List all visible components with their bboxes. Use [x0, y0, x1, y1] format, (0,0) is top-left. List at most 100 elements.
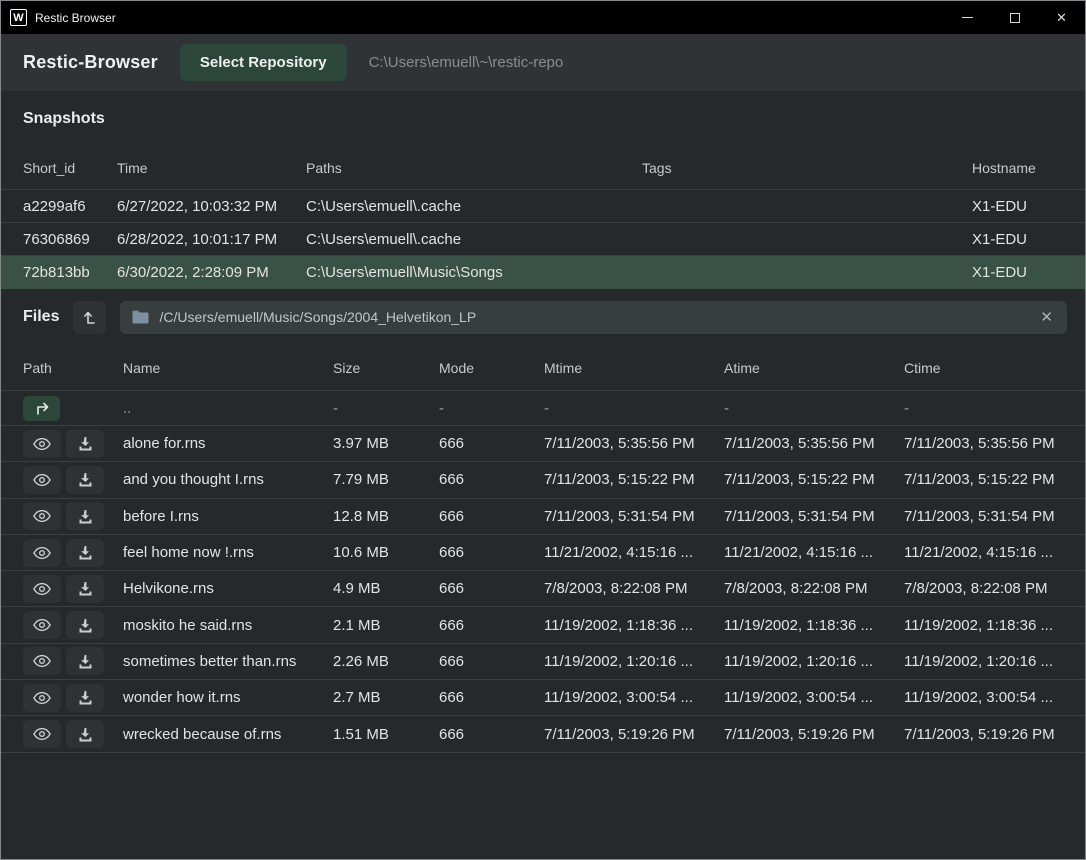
- file-size: 3.97 MB: [333, 435, 439, 452]
- col-ctime: Ctime: [904, 360, 1069, 376]
- download-icon: [78, 618, 93, 633]
- go-up-button[interactable]: [23, 396, 60, 421]
- preview-file-button[interactable]: [23, 647, 61, 675]
- file-ctime: 7/11/2003, 5:31:54 PM: [904, 508, 1069, 525]
- file-mtime: 7/8/2003, 8:22:08 PM: [544, 580, 724, 597]
- file-ctime: 11/19/2002, 1:20:16 ...: [904, 653, 1069, 670]
- close-button[interactable]: ✕: [1038, 1, 1085, 34]
- download-file-button[interactable]: [66, 720, 104, 748]
- file-mode: 666: [439, 617, 544, 634]
- app-logo-icon: W: [10, 9, 27, 26]
- eye-icon: [33, 437, 51, 451]
- clear-path-button[interactable]: ✕: [1038, 308, 1055, 326]
- col-paths: Paths: [306, 160, 642, 176]
- preview-file-button[interactable]: [23, 430, 61, 458]
- file-size: 2.7 MB: [333, 689, 439, 706]
- parent-directory-row[interactable]: .. - - - - -: [1, 391, 1085, 426]
- file-row: wrecked because of.rns 1.51 MB 666 7/11/…: [1, 716, 1085, 752]
- path-input[interactable]: /C/Users/emuell/Music/Songs/2004_Helveti…: [120, 301, 1067, 334]
- file-mtime: -: [544, 400, 724, 417]
- minimize-button[interactable]: [944, 1, 991, 34]
- eye-icon: [33, 582, 51, 596]
- file-atime: 7/11/2003, 5:15:22 PM: [724, 471, 904, 488]
- snapshot-paths: C:\Users\emuell\Music\Songs: [306, 264, 642, 281]
- preview-file-button[interactable]: [23, 466, 61, 494]
- file-size: 2.1 MB: [333, 617, 439, 634]
- eye-icon: [33, 618, 51, 632]
- download-icon: [78, 545, 93, 560]
- snapshot-row[interactable]: 76306869 6/28/2022, 10:01:17 PM C:\Users…: [1, 223, 1085, 256]
- file-mode: 666: [439, 653, 544, 670]
- snapshot-time: 6/27/2022, 10:03:32 PM: [117, 198, 306, 215]
- folder-icon: [132, 310, 149, 324]
- snapshot-short-id: a2299af6: [23, 198, 117, 215]
- file-mode: 666: [439, 544, 544, 561]
- snapshot-row-selected[interactable]: 72b813bb 6/30/2022, 2:28:09 PM C:\Users\…: [1, 256, 1085, 289]
- snapshot-time: 6/28/2022, 10:01:17 PM: [117, 231, 306, 248]
- repository-path: C:\Users\emuell\~\restic-repo: [369, 54, 564, 71]
- download-file-button[interactable]: [66, 575, 104, 603]
- eye-icon: [33, 654, 51, 668]
- snapshots-heading: Snapshots: [23, 110, 105, 128]
- file-atime: 11/19/2002, 3:00:54 ...: [724, 689, 904, 706]
- file-name: wonder how it.rns: [123, 689, 333, 706]
- minimize-icon: [962, 17, 973, 18]
- parent-directory-button[interactable]: [73, 301, 106, 334]
- download-file-button[interactable]: [66, 611, 104, 639]
- snapshot-short-id: 76306869: [23, 231, 117, 248]
- file-name: and you thought I.rns: [123, 471, 333, 488]
- file-mtime: 7/11/2003, 5:15:22 PM: [544, 471, 724, 488]
- download-file-button[interactable]: [66, 466, 104, 494]
- file-atime: 11/21/2002, 4:15:16 ...: [724, 544, 904, 561]
- download-file-button[interactable]: [66, 647, 104, 675]
- file-mode: 666: [439, 471, 544, 488]
- download-file-button[interactable]: [66, 502, 104, 530]
- file-name: feel home now !.rns: [123, 544, 333, 561]
- file-mtime: 11/19/2002, 1:18:36 ...: [544, 617, 724, 634]
- file-ctime: 7/11/2003, 5:35:56 PM: [904, 435, 1069, 452]
- eye-icon: [33, 546, 51, 560]
- preview-file-button[interactable]: [23, 575, 61, 603]
- file-mode: 666: [439, 726, 544, 743]
- file-row: sometimes better than.rns 2.26 MB 666 11…: [1, 644, 1085, 680]
- file-mode: 666: [439, 580, 544, 597]
- file-ctime: -: [904, 400, 1069, 417]
- col-time: Time: [117, 160, 306, 176]
- col-size: Size: [333, 360, 439, 376]
- file-mtime: 7/11/2003, 5:31:54 PM: [544, 508, 724, 525]
- preview-file-button[interactable]: [23, 684, 61, 712]
- file-mtime: 11/21/2002, 4:15:16 ...: [544, 544, 724, 561]
- file-mtime: 7/11/2003, 5:19:26 PM: [544, 726, 724, 743]
- snapshot-hostname: X1-EDU: [972, 198, 1069, 215]
- download-icon: [78, 436, 93, 451]
- snapshot-row[interactable]: a2299af6 6/27/2022, 10:03:32 PM C:\Users…: [1, 190, 1085, 223]
- maximize-button[interactable]: [991, 1, 1038, 34]
- file-row: and you thought I.rns 7.79 MB 666 7/11/2…: [1, 462, 1085, 498]
- file-atime: -: [724, 400, 904, 417]
- preview-file-button[interactable]: [23, 611, 61, 639]
- app-title: Restic-Browser: [23, 52, 158, 73]
- preview-file-button[interactable]: [23, 539, 61, 567]
- download-file-button[interactable]: [66, 539, 104, 567]
- file-row: wonder how it.rns 2.7 MB 666 11/19/2002,…: [1, 680, 1085, 716]
- file-mtime: 7/11/2003, 5:35:56 PM: [544, 435, 724, 452]
- col-atime: Atime: [724, 360, 904, 376]
- files-toolbar: Files /C/Users/emuell/Music/Songs/2004_H…: [1, 289, 1085, 345]
- preview-file-button[interactable]: [23, 502, 61, 530]
- col-tags: Tags: [642, 160, 972, 176]
- file-mode: -: [439, 400, 544, 417]
- files-table-header: Path Name Size Mode Mtime Atime Ctime: [1, 345, 1085, 391]
- col-path: Path: [23, 360, 123, 376]
- file-mtime: 11/19/2002, 3:00:54 ...: [544, 689, 724, 706]
- file-size: 1.51 MB: [333, 726, 439, 743]
- select-repository-button[interactable]: Select Repository: [180, 44, 347, 81]
- file-name: Helvikone.rns: [123, 580, 333, 597]
- download-file-button[interactable]: [66, 430, 104, 458]
- file-name: wrecked because of.rns: [123, 726, 333, 743]
- file-ctime: 11/19/2002, 3:00:54 ...: [904, 689, 1069, 706]
- file-row: alone for.rns 3.97 MB 666 7/11/2003, 5:3…: [1, 426, 1085, 462]
- file-ctime: 11/19/2002, 1:18:36 ...: [904, 617, 1069, 634]
- download-file-button[interactable]: [66, 684, 104, 712]
- col-name: Name: [123, 360, 333, 376]
- preview-file-button[interactable]: [23, 720, 61, 748]
